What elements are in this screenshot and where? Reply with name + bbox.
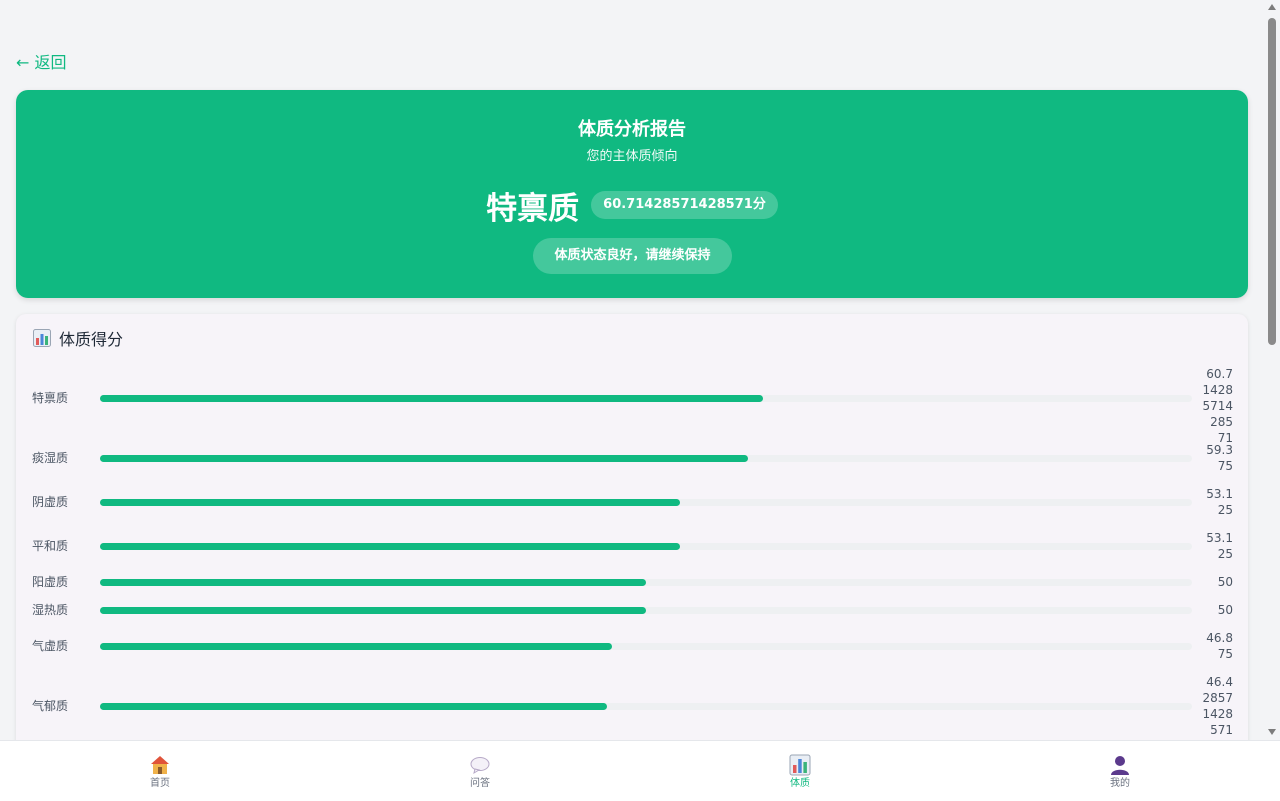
score-bar-track xyxy=(100,542,1192,550)
score-row: 湿热质 50 xyxy=(16,602,1248,618)
nav-label-qa: 问答 xyxy=(470,777,490,789)
scroll-thumb[interactable] xyxy=(1268,18,1276,345)
score-row: 阳虚质 50 xyxy=(16,574,1248,590)
bottom-nav: 首页 问答 体质 我的 xyxy=(0,740,1280,801)
score-bar-fill xyxy=(100,642,612,650)
score-bar-track xyxy=(100,578,1192,586)
scroll-down-arrow-icon[interactable] xyxy=(1268,729,1276,735)
score-value: 50 xyxy=(1217,575,1233,589)
score-bar-fill xyxy=(100,542,681,550)
report-title: 体质分析报告 xyxy=(578,119,686,140)
scores-header: 体质得分 xyxy=(33,326,123,350)
score-value: 46.428571428571 43 xyxy=(1202,675,1233,740)
chat-bubble-icon xyxy=(470,756,490,774)
report-subtitle: 您的主体质倾向 xyxy=(586,149,678,164)
status-badge: 体质状态良好，请继续保持 xyxy=(533,238,732,274)
score-label: 平和质 xyxy=(32,539,69,553)
score-row: 特禀质 60.714285714285 71 xyxy=(16,366,1248,445)
score-row: 气郁质 46.428571428571 43 xyxy=(16,674,1248,740)
score-bar-fill xyxy=(100,606,646,614)
score-label: 气郁质 xyxy=(32,699,69,713)
score-bar-fill xyxy=(100,394,763,402)
constitution-scores-card: 体质得分 特禀质 60.714285714285 71 痰湿质 59.375 阴虚质 53… xyxy=(16,314,1248,740)
score-row: 气虚质 46.875 xyxy=(16,630,1248,662)
bar-chart-icon xyxy=(33,329,51,347)
score-row: 痰湿质 59.375 xyxy=(16,442,1248,474)
score-bar-track xyxy=(100,498,1192,506)
score-bar-fill xyxy=(100,454,749,462)
score-label: 阴虚质 xyxy=(32,495,69,509)
bar-chart-icon xyxy=(789,754,811,775)
user-icon xyxy=(1111,755,1129,775)
score-value: 53.125 xyxy=(1206,531,1233,561)
score-value: 53.125 xyxy=(1206,487,1233,517)
home-icon xyxy=(151,755,169,774)
report-hero-card: 体质分析报告 您的主体质倾向 特禀质 60.71428571428571分 体质… xyxy=(16,90,1248,298)
score-bar-fill xyxy=(100,498,681,506)
primary-constitution-score: 60.71428571428571分 xyxy=(591,191,778,219)
nav-item-home[interactable]: 首页 xyxy=(0,741,320,801)
score-label: 特禀质 xyxy=(32,391,69,405)
scroll-up-arrow-icon[interactable] xyxy=(1268,4,1276,10)
score-bar-fill xyxy=(100,578,646,586)
score-value: 59.375 xyxy=(1206,443,1233,473)
score-label: 痰湿质 xyxy=(32,451,69,465)
primary-constitution-type: 特禀质 xyxy=(486,190,580,227)
nav-item-mine[interactable]: 我的 xyxy=(960,741,1280,801)
score-bar-track xyxy=(100,394,1192,402)
score-row: 平和质 53.125 xyxy=(16,530,1248,562)
score-value: 50 xyxy=(1217,603,1233,617)
score-label: 气虚质 xyxy=(32,639,69,653)
nav-label-home: 首页 xyxy=(150,777,170,789)
nav-label-mine: 我的 xyxy=(1110,777,1130,789)
score-row: 阴虚质 53.125 xyxy=(16,486,1248,518)
score-value: 60.714285714285 71 xyxy=(1202,367,1233,445)
primary-constitution: 特禀质 60.71428571428571分 xyxy=(16,185,1248,227)
score-label: 阳虚质 xyxy=(32,575,69,589)
page-scrollbar[interactable] xyxy=(1265,0,1280,740)
score-bar-fill xyxy=(100,702,607,710)
nav-item-constitution[interactable]: 体质 xyxy=(640,741,960,801)
score-bar-track xyxy=(100,642,1192,650)
score-bar-track xyxy=(100,454,1192,462)
scores-title: 体质得分 xyxy=(59,330,124,349)
score-bar-track xyxy=(100,606,1192,614)
score-bar-track xyxy=(100,702,1192,710)
score-label: 湿热质 xyxy=(32,603,69,617)
nav-label-constitution: 体质 xyxy=(790,777,810,789)
page-viewport: ← 返回 体质分析报告 您的主体质倾向 特禀质 60.7142857142857… xyxy=(0,0,1265,740)
nav-item-qa[interactable]: 问答 xyxy=(320,741,640,801)
score-value: 46.875 xyxy=(1206,631,1233,661)
back-link[interactable]: ← 返回 xyxy=(16,53,67,73)
